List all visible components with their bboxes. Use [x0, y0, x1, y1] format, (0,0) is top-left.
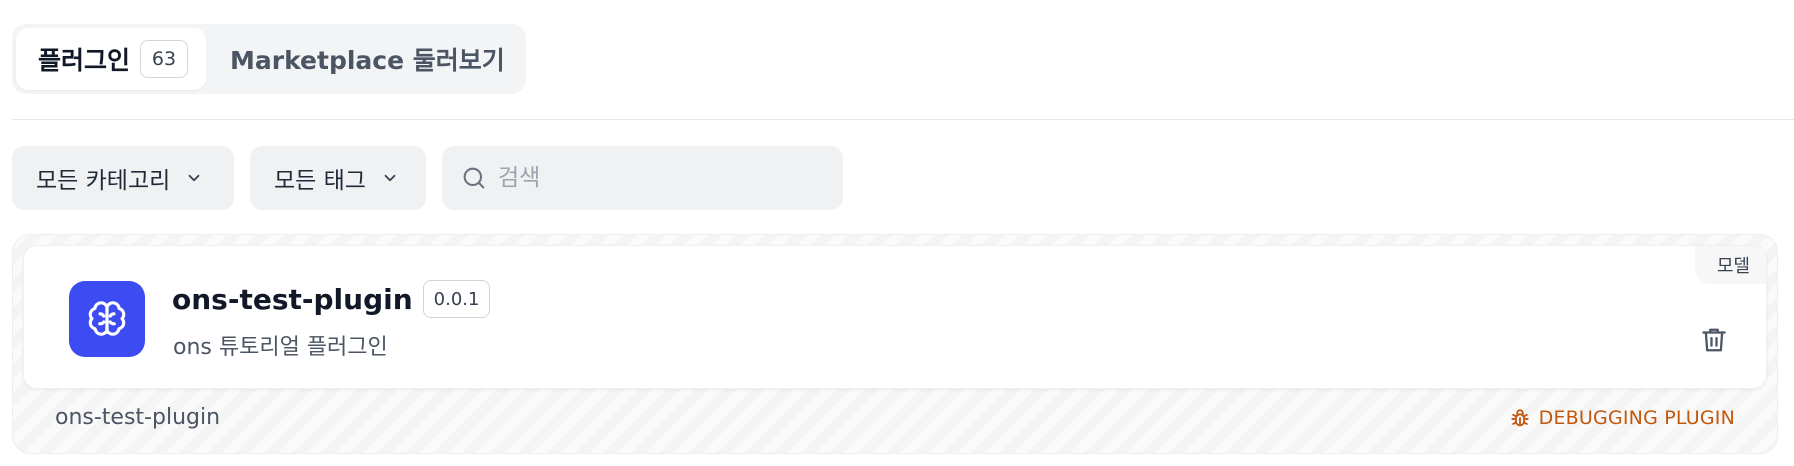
tab-marketplace-label: Marketplace 둘러보기 — [230, 46, 505, 75]
tab-plugins[interactable]: 플러그인 63 — [16, 28, 207, 90]
delete-plugin-button[interactable] — [1696, 322, 1732, 358]
search-box[interactable] — [442, 146, 843, 210]
plugin-card[interactable]: ons-test-plugin 0.0.1 ons 튜토리얼 플러그인 모델 o… — [12, 234, 1778, 454]
tab-plugins-label: 플러그인 — [38, 46, 131, 75]
plugin-title: ons-test-plugin 0.0.1 — [172, 280, 491, 318]
search-icon — [460, 164, 488, 192]
search-input[interactable] — [496, 164, 816, 192]
bug-icon — [1509, 407, 1531, 429]
tag-filter-label: 모든 태그 — [274, 168, 366, 194]
category-tag: 모델 — [1694, 246, 1766, 284]
category-filter-label: 모든 카테고리 — [36, 168, 171, 194]
debugging-status-label: DEBUGGING PLUGIN — [1538, 407, 1735, 429]
plugin-description: ons 튜토리얼 플러그인 — [173, 335, 388, 360]
divider — [12, 119, 1794, 120]
plugin-count-badge: 63 — [140, 40, 189, 78]
debugging-status: DEBUGGING PLUGIN — [1509, 407, 1735, 429]
plugin-name: ons-test-plugin — [172, 282, 413, 316]
brain-icon — [69, 281, 145, 357]
plugin-tabs: 플러그인 63 Marketplace 둘러보기 — [12, 24, 526, 94]
category-filter-dropdown[interactable]: 모든 카테고리 — [12, 146, 234, 210]
trash-icon — [1699, 325, 1729, 355]
plugin-card-body[interactable]: ons-test-plugin 0.0.1 ons 튜토리얼 플러그인 모델 — [23, 245, 1767, 389]
version-badge: 0.0.1 — [422, 280, 491, 318]
tab-marketplace[interactable]: Marketplace 둘러보기 — [212, 28, 525, 90]
plugin-id: ons-test-plugin — [55, 405, 221, 430]
chevron-down-icon — [184, 168, 204, 188]
chevron-down-icon — [380, 168, 400, 188]
tag-filter-dropdown[interactable]: 모든 태그 — [250, 146, 426, 210]
